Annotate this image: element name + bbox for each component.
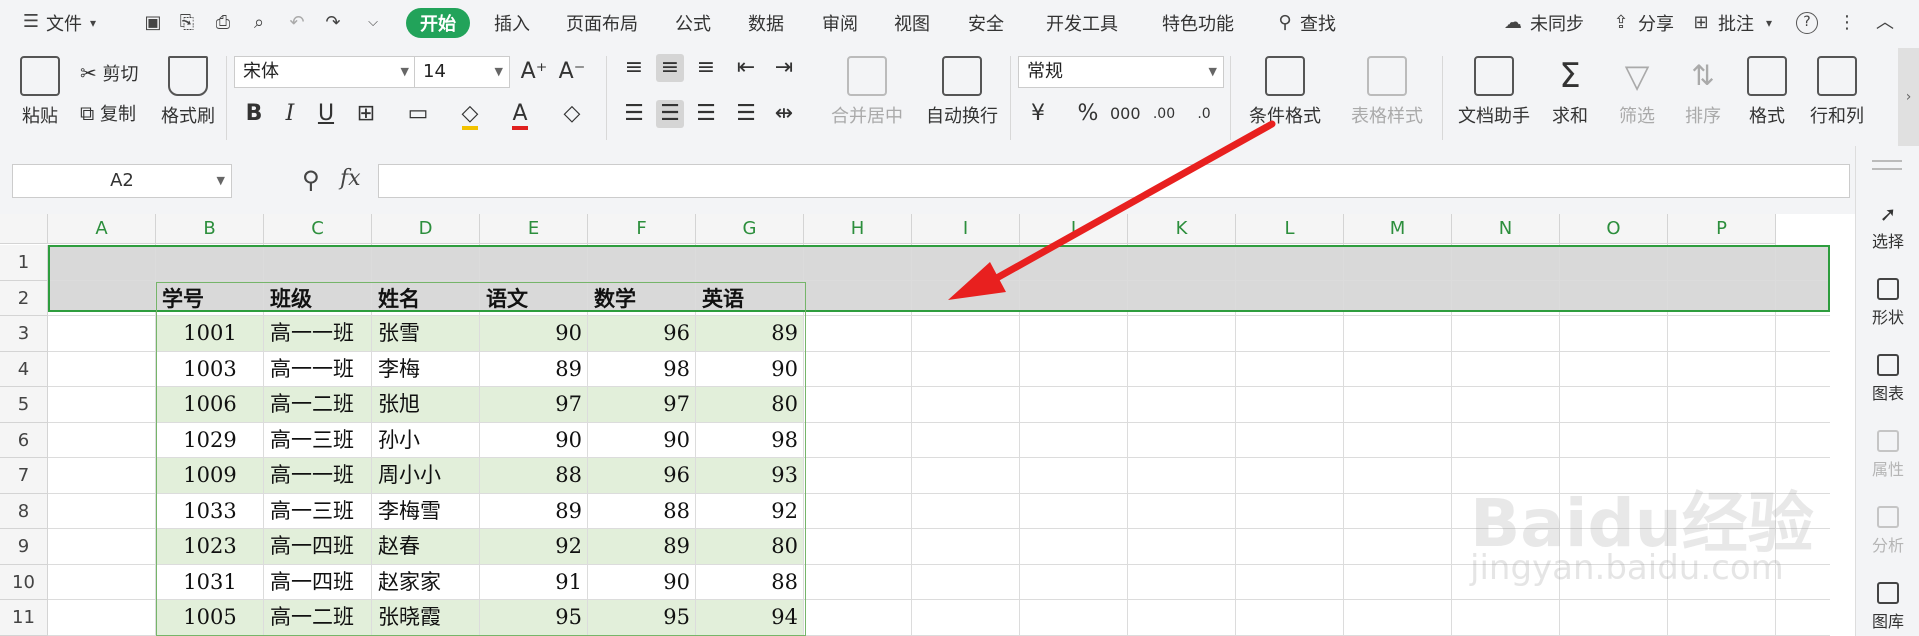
panel-select-label: 选择 xyxy=(1871,232,1904,251)
properties-icon xyxy=(1877,430,1899,452)
panel-handle xyxy=(1872,168,1902,170)
panel-shapes[interactable]: 形状 xyxy=(1856,278,1919,328)
chart-icon xyxy=(1877,354,1899,376)
panel-analysis-label: 分析 xyxy=(1871,536,1904,555)
panel-select[interactable]: ➚ 选择 xyxy=(1856,202,1919,252)
analysis-icon xyxy=(1877,506,1899,528)
watermark-url: jingyan.baidu.com xyxy=(1470,548,1784,588)
shapes-icon xyxy=(1877,278,1899,300)
panel-chart[interactable]: 图表 xyxy=(1856,354,1919,404)
cursor-icon: ➚ xyxy=(1879,202,1897,226)
right-panel: ➚ 选择 形状 图表 属性 分析 图库 xyxy=(1855,146,1919,636)
gallery-icon xyxy=(1877,582,1899,604)
panel-properties-label: 属性 xyxy=(1871,460,1904,479)
panel-gallery[interactable]: 图库 xyxy=(1856,582,1919,632)
panel-gallery-label: 图库 xyxy=(1871,612,1904,631)
panel-shapes-label: 形状 xyxy=(1871,308,1904,327)
arrow-shaft xyxy=(982,120,1276,288)
panel-chart-label: 图表 xyxy=(1871,384,1904,403)
panel-properties[interactable]: 属性 xyxy=(1856,430,1919,480)
arrow-head xyxy=(948,262,1006,300)
panel-analysis[interactable]: 分析 xyxy=(1856,506,1919,556)
panel-handle xyxy=(1872,160,1902,162)
